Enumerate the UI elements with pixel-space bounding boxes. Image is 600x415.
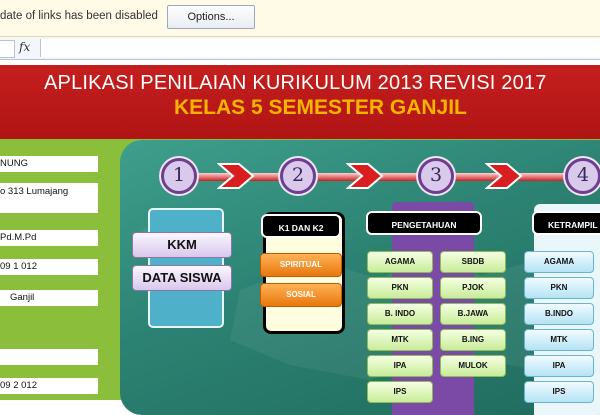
pengetahuan-agama-button[interactable]: AGAMA [367, 251, 433, 273]
menu-board: 1 2 3 4 KKM DATA SISWA K1 DAN K2 SPIRITU… [120, 140, 600, 415]
app-title: APLIKASI PENILAIAN KURIKULUM 2013 REVISI… [44, 72, 547, 94]
pengetahuan-bjawa-button[interactable]: B.JAWA [440, 303, 506, 325]
step-2-circle: 2 [280, 158, 316, 194]
pengetahuan-mulok-button[interactable]: MULOK [440, 355, 506, 377]
ketrampilan-title: KETRAMPIL [532, 211, 600, 235]
class-subtitle: KELAS 5 SEMESTER GANJIL [174, 96, 467, 119]
k1-k2-title: K1 DAN K2 [261, 214, 341, 238]
pengetahuan-mtk-button[interactable]: MTK [367, 329, 433, 351]
pengetahuan-title: PENGETAHUAN [366, 211, 482, 235]
spiritual-button[interactable]: SPIRITUAL [260, 253, 342, 277]
ketrampilan-mtk-button[interactable]: MTK [524, 329, 594, 351]
teacher-name-field[interactable] [0, 349, 98, 365]
chevron-right-icon [485, 163, 523, 189]
kkm-button[interactable]: KKM [132, 232, 232, 258]
teacher-nip-field[interactable]: 09 2 012 [0, 378, 98, 394]
pengetahuan-bing-button[interactable]: B.ING [440, 329, 506, 351]
chevron-right-icon [346, 163, 384, 189]
options-button[interactable]: Options... [167, 5, 255, 29]
pengetahuan-pkn-button[interactable]: PKN [367, 277, 433, 299]
step-1-circle: 1 [161, 158, 197, 194]
sosial-button[interactable]: SOSIAL [260, 283, 342, 307]
ketrampilan-bindo-button[interactable]: B.INDO [524, 303, 594, 325]
school-address-field[interactable]: o 313 Lumajang [0, 183, 98, 213]
pengetahuan-pjok-button[interactable]: PJOK [440, 277, 506, 299]
step-4-circle: 4 [565, 158, 600, 194]
pengetahuan-bindo-button[interactable]: B. INDO [367, 303, 433, 325]
chevron-right-icon [217, 163, 255, 189]
security-warning-bar: date of links has been disabled Options.… [0, 0, 600, 37]
security-warning-message: date of links has been disabled [0, 10, 158, 22]
headmaster-name-field[interactable]: Pd.M.Pd [0, 230, 98, 246]
ketrampilan-ipa-button[interactable]: IPA [524, 355, 594, 377]
header-banner: APLIKASI PENILAIAN KURIKULUM 2013 REVISI… [0, 65, 600, 139]
step-3-circle: 3 [418, 158, 454, 194]
formula-bar: fx [0, 37, 600, 60]
ketrampilan-pkn-button[interactable]: PKN [524, 277, 594, 299]
pengetahuan-sbdb-button[interactable]: SBDB [440, 251, 506, 273]
semester-field[interactable]: Ganjil [0, 290, 98, 306]
formula-input[interactable] [40, 39, 600, 57]
identity-panel: NUNG o 313 Lumajang Pd.M.Pd 09 1 012 Gan… [0, 139, 112, 400]
fx-icon[interactable]: fx [19, 40, 30, 54]
data-siswa-button[interactable]: DATA SISWA [132, 265, 232, 291]
name-box[interactable] [0, 40, 15, 58]
pengetahuan-ipa-button[interactable]: IPA [367, 355, 433, 377]
ketrampilan-agama-button[interactable]: AGAMA [524, 251, 594, 273]
headmaster-nip-field[interactable]: 09 1 012 [0, 259, 98, 275]
school-name-field[interactable]: NUNG [0, 156, 98, 172]
